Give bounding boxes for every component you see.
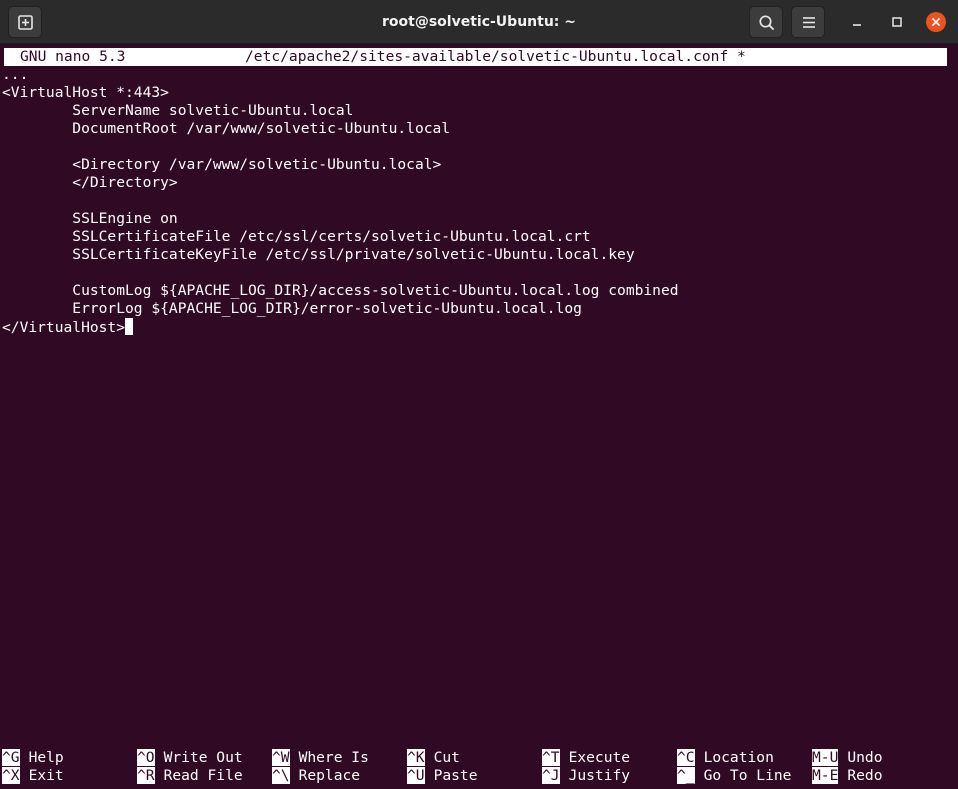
shortcut-label: Exit [28, 767, 64, 784]
editor-line[interactable]: ErrorLog ${APACHE_LOG_DIR}/error-solveti… [2, 300, 679, 318]
editor-line[interactable]: CustomLog ${APACHE_LOG_DIR}/access-solve… [2, 282, 678, 300]
shortcut-go-to-line[interactable]: ^_ Go To Line [677, 767, 791, 785]
editor-buffer[interactable]: ... <VirtualHost *:443> ServerName solve… [2, 66, 679, 336]
maximize-button[interactable] [886, 11, 908, 33]
shortcut-key: M-U [812, 749, 839, 766]
editor-line[interactable] [2, 192, 679, 210]
editor-line[interactable]: </Directory> [2, 174, 679, 192]
editor-line[interactable]: ServerName solvetic-Ubuntu.local [2, 102, 679, 120]
shortcut-replace[interactable]: ^\ Replace [272, 767, 360, 785]
shortcut-key: ^K [407, 749, 425, 766]
shortcut-bar: ^G Help ^O Write Out ^W Where Is ^K Cut ^T Ex… [2, 749, 958, 787]
menu-button[interactable] [791, 6, 825, 38]
search-button[interactable] [749, 6, 783, 38]
shortcut-paste[interactable]: ^U Paste [407, 767, 478, 785]
shortcut-label: Help [28, 749, 64, 766]
shortcut-key: ^W [272, 749, 290, 766]
shortcut-execute[interactable]: ^T Execute [542, 749, 630, 767]
terminal-area[interactable]: GNU nano 5.3 /etc/apache2/sites-availabl… [0, 44, 958, 789]
shortcut-key: ^C [677, 749, 695, 766]
shortcut-label: Execute [568, 749, 631, 766]
shortcut-key: ^U [407, 767, 425, 784]
shortcut-label: Read File [163, 767, 243, 784]
shortcut-justify[interactable]: ^J Justify [542, 767, 630, 785]
shortcut-label: Location [703, 749, 774, 766]
shortcut-label: Go To Line [703, 767, 792, 784]
editor-line[interactable]: DocumentRoot /var/www/solvetic-Ubuntu.lo… [2, 120, 679, 138]
shortcut-help[interactable]: ^G Help [2, 749, 64, 767]
editor-line[interactable]: <Directory /var/www/solvetic-Ubuntu.loca… [2, 156, 679, 174]
editor-line[interactable]: <VirtualHost *:443> [2, 84, 679, 102]
shortcut-label: Replace [298, 767, 361, 784]
maximize-icon [892, 17, 902, 27]
editor-line[interactable]: ... [2, 66, 679, 84]
shortcut-cut[interactable]: ^K Cut [407, 749, 460, 767]
editor-line-text: </VirtualHost> [2, 319, 126, 336]
shortcut-where-is[interactable]: ^W Where Is [272, 749, 369, 767]
shortcut-write-out[interactable]: ^O Write Out [137, 749, 243, 767]
shortcut-label: Paste [433, 767, 478, 784]
shortcut-label: Where Is [298, 749, 369, 766]
editor-line[interactable] [2, 264, 679, 282]
shortcut-location[interactable]: ^C Location [677, 749, 774, 767]
editor-line-last[interactable]: </VirtualHost> [2, 318, 679, 336]
shortcut-key: ^X [2, 767, 20, 784]
nano-filename: /etc/apache2/sites-available/solvetic-Ub… [245, 48, 746, 65]
shortcut-key: ^_ [677, 767, 695, 784]
close-button[interactable] [925, 11, 947, 33]
shortcut-key: ^J [542, 767, 560, 784]
editor-line[interactable]: SSLEngine on [2, 210, 679, 228]
shortcut-key: ^\ [272, 767, 290, 784]
text-cursor [125, 318, 134, 335]
shortcut-exit[interactable]: ^X Exit [2, 767, 64, 785]
new-tab-button[interactable] [8, 6, 42, 38]
title-bar[interactable]: root@solvetic-Ubuntu: ~ [0, 0, 958, 44]
close-icon [926, 12, 946, 32]
shortcut-key: M-E [812, 767, 839, 784]
shortcut-undo[interactable]: M-U Undo [812, 749, 883, 767]
hamburger-menu-icon [803, 17, 815, 28]
new-tab-icon [18, 15, 33, 30]
search-icon [759, 15, 774, 30]
nano-version: GNU nano 5.3 [20, 48, 126, 65]
minimize-button[interactable] [846, 11, 868, 33]
shortcut-read-file[interactable]: ^R Read File [137, 767, 243, 785]
editor-line[interactable]: SSLCertificateFile /etc/ssl/certs/solvet… [2, 228, 679, 246]
shortcut-key: ^G [2, 749, 20, 766]
shortcut-label: Cut [433, 749, 460, 766]
nano-header-bar: GNU nano 5.3 /etc/apache2/sites-availabl… [4, 48, 947, 66]
editor-line[interactable]: SSLCertificateKeyFile /etc/ssl/private/s… [2, 246, 679, 264]
shortcut-key: ^T [542, 749, 560, 766]
shortcut-redo[interactable]: M-E Redo [812, 767, 883, 785]
shortcut-label: Undo [847, 749, 883, 766]
shortcut-label: Justify [568, 767, 631, 784]
shortcut-key: ^O [137, 749, 155, 766]
editor-line[interactable] [2, 138, 679, 156]
shortcut-label: Redo [847, 767, 883, 784]
shortcut-key: ^R [137, 767, 155, 784]
shortcut-label: Write Out [163, 749, 243, 766]
terminal-window: root@solvetic-Ubuntu: ~ GNU nano 5.3 /et… [0, 0, 958, 789]
minimize-icon [853, 24, 861, 26]
